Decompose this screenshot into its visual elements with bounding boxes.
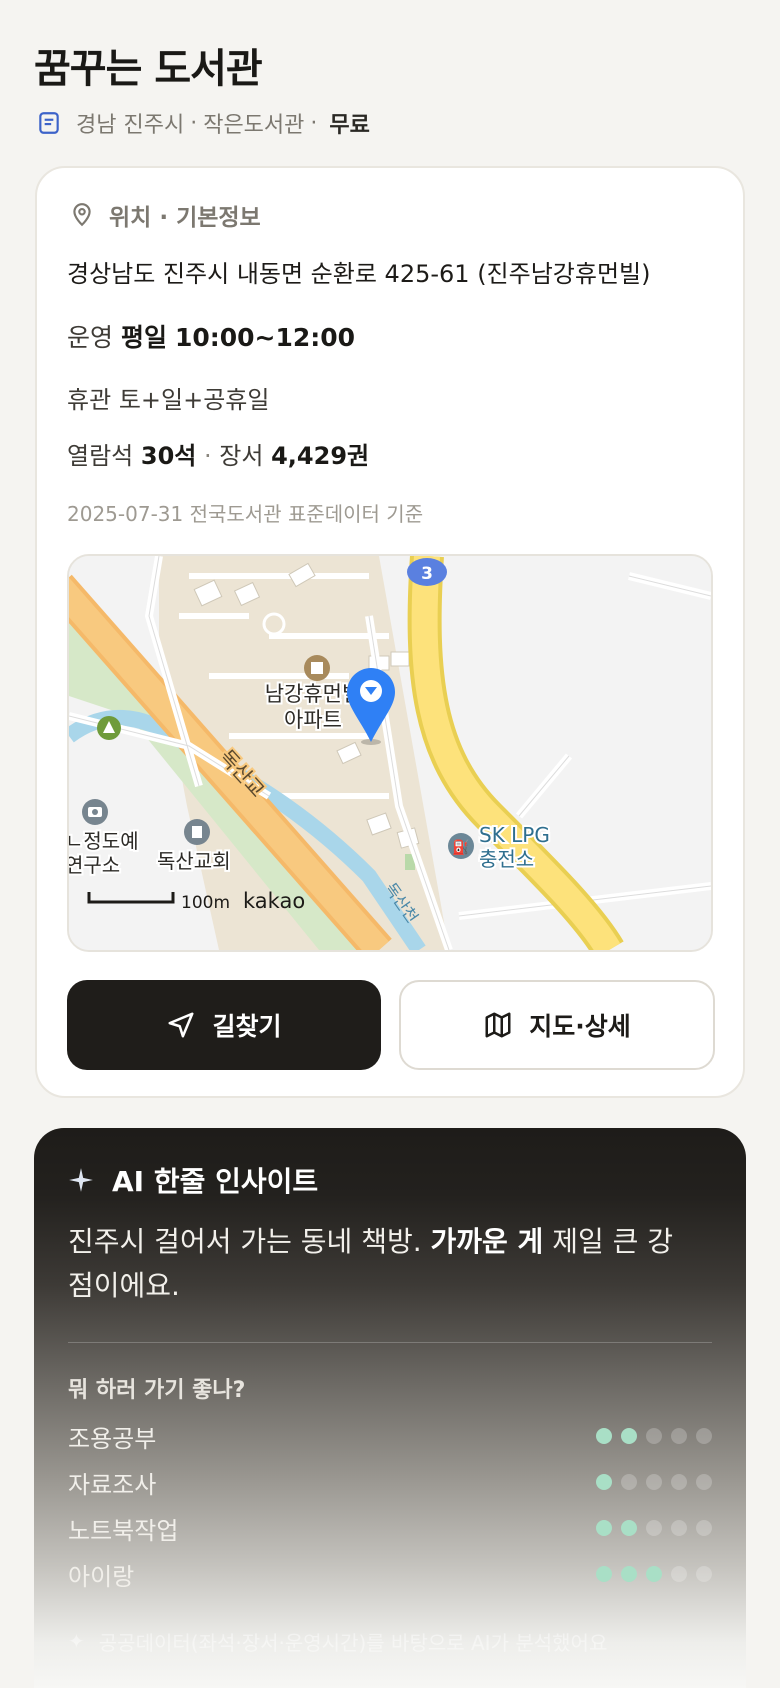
rating-dot-filled [596, 1428, 612, 1444]
activity-rating [596, 1566, 712, 1582]
ai-insight-text-part: 진주시 걸어서 가는 동네 책방. [68, 1225, 431, 1258]
rating-dot-empty [671, 1428, 687, 1444]
hours-time: 10:00~12:00 [174, 323, 356, 352]
section-header: 위치 · 기본정보 [69, 198, 261, 232]
map-poi-apartment-1: 남강휴먼빌 [265, 682, 362, 706]
sparkle-icon [69, 1168, 93, 1192]
map-detail-label: 지도·상세 [529, 1012, 631, 1041]
hours-row: 운영 평일 10:00~12:00 [67, 318, 355, 354]
rating-dot-empty [646, 1520, 662, 1536]
map-scale: 100m [181, 893, 230, 913]
ai-insight-card: AI 한줄 인사이트 진주시 걸어서 가는 동네 책방. 가까운 게 제일 큰 … [34, 1128, 746, 1688]
activity-row: 조용공부 [68, 1418, 712, 1454]
sparkle-icon: ✦ [68, 1629, 85, 1653]
seats-value: 30석 [140, 442, 197, 470]
ai-insight-header: AI 한줄 인사이트 [68, 1160, 318, 1200]
page: 꿈꾸는 도서관 경남 진주시 · 작은도서관 · 무료 위치 · 기본정보 경상… [0, 0, 780, 1688]
ai-insight-text: 진주시 걸어서 가는 동네 책방. 가까운 게 제일 큰 강점이에요. [68, 1220, 688, 1308]
separator: · [190, 110, 198, 136]
rating-dot-filled [596, 1520, 612, 1536]
ai-insight-title: AI 한줄 인사이트 [112, 1165, 319, 1198]
rating-dot-empty [646, 1474, 662, 1490]
library-type: 작은도서관 [203, 113, 305, 138]
map-poi-institute-1: ㄴ정도예 [69, 829, 139, 853]
closed-value: 토+일+공휴일 [118, 386, 270, 414]
region-text: 경남 진주시 [76, 113, 185, 138]
map-poi-gas-2: 충전소 [479, 847, 534, 871]
road-shield-label: 3 [421, 564, 433, 584]
rating-dot-empty [696, 1566, 712, 1582]
closed-row: 휴관 토+일+공휴일 [67, 380, 269, 415]
rating-dot-empty [671, 1520, 687, 1536]
fee-text: 무료 [329, 113, 370, 138]
map-poi-church: 독산교회 [157, 849, 231, 873]
divider [68, 1342, 712, 1343]
rating-dot-filled [621, 1566, 637, 1582]
separator: · [310, 110, 318, 136]
rating-dot-empty [646, 1428, 662, 1444]
books-value: 4,429권 [271, 442, 370, 470]
map-poi-apartment-2: 아파트 [284, 708, 342, 732]
address-text: 경상남도 진주시 내동면 순환로 425-61 (진주남강휴먼빌) [67, 260, 651, 288]
activity-label: 아이랑 [68, 1562, 135, 1591]
directions-button[interactable]: 길찾기 [67, 980, 381, 1070]
library-meta: 경남 진주시 · 작은도서관 · 무료 [36, 106, 370, 140]
map-poi-institute-2: 연구소 [69, 853, 120, 877]
page-title: 꿈꾸는 도서관 [34, 46, 263, 92]
map-brand: kakao [243, 889, 305, 913]
activity-label: 조용공부 [68, 1424, 157, 1453]
hours-label: 운영 [67, 323, 114, 352]
books-label: 장서 [219, 442, 264, 470]
document-icon [39, 112, 59, 134]
activity-rating [596, 1428, 712, 1444]
rating-dot-empty [696, 1520, 712, 1536]
activity-row: 자료조사 [68, 1464, 712, 1500]
directions-label: 길찾기 [212, 1012, 282, 1041]
rating-dot-filled [621, 1520, 637, 1536]
seats-label: 열람석 [67, 442, 134, 470]
location-map[interactable]: 3 남강휴먼빌 아파트 독산교 독산천 ㄴ정도예 연구소 독산교회 ⛽ SK L… [67, 554, 713, 952]
info-card: 위치 · 기본정보 경상남도 진주시 내동면 순환로 425-61 (진주남강휴… [35, 166, 745, 1098]
map-icon [485, 1012, 511, 1038]
rating-dot-empty [621, 1474, 637, 1490]
capacity-row: 열람석 30석 · 장서 4,429권 [67, 436, 369, 471]
location-pin-icon [73, 203, 91, 227]
hours-days: 평일 [120, 323, 167, 352]
activity-row: 노트북작업 [68, 1510, 712, 1546]
separator: · [204, 442, 212, 470]
activity-label: 자료조사 [68, 1470, 157, 1499]
rating-dot-empty [696, 1474, 712, 1490]
ai-insight-highlight: 가까운 게 [430, 1225, 544, 1258]
rating-dot-empty [696, 1428, 712, 1444]
navigation-arrow-icon [168, 1012, 194, 1038]
map-poi-gas-1: SK LPG [479, 823, 550, 847]
section-title: 위치 · 기본정보 [109, 205, 261, 231]
map-detail-button[interactable]: 지도·상세 [399, 980, 715, 1070]
rating-dot-filled [596, 1474, 612, 1490]
svg-text:⛽: ⛽ [452, 839, 469, 856]
rating-dot-filled [646, 1566, 662, 1582]
rating-dot-filled [596, 1566, 612, 1582]
activity-label: 노트북작업 [68, 1516, 179, 1545]
closed-label: 휴관 [67, 386, 112, 414]
activity-rating [596, 1520, 712, 1536]
data-source-note: 2025-07-31 전국도서관 표준데이터 기준 [67, 502, 424, 526]
activity-question: 뭐 하러 가기 좋나? [68, 1378, 246, 1403]
activity-row: 아이랑 [68, 1556, 712, 1592]
ai-footnote: ✦ 공공데이터(좌석·장서·운영시간)를 바탕으로 AI가 분석했어요 [68, 1626, 607, 1656]
rating-dot-filled [621, 1428, 637, 1444]
ai-footnote-text: 공공데이터(좌석·장서·운영시간)를 바탕으로 AI가 분석했어요 [98, 1630, 608, 1655]
rating-dot-empty [671, 1566, 687, 1582]
rating-dot-empty [671, 1474, 687, 1490]
activity-rating [596, 1474, 712, 1490]
